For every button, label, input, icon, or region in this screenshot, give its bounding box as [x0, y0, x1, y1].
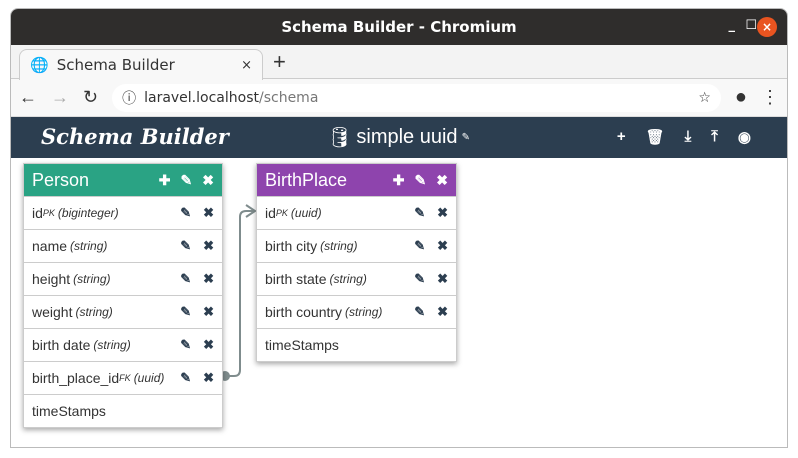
field-type: (string): [73, 272, 111, 286]
field-type: (string): [93, 338, 131, 352]
delete-table-icon[interactable]: ✖: [202, 172, 214, 189]
field-name: name: [32, 238, 68, 254]
delete-field-icon[interactable]: ✖: [203, 370, 214, 386]
key-badge: FK: [119, 373, 131, 383]
delete-field-icon[interactable]: ✖: [203, 337, 214, 353]
field-type: (uuid): [133, 371, 165, 385]
edit-field-icon[interactable]: ✎: [180, 304, 191, 320]
delete-field-icon[interactable]: ✖: [437, 205, 448, 221]
edit-field-icon[interactable]: ✎: [414, 271, 425, 287]
delete-table-icon[interactable]: ✖: [436, 172, 448, 189]
key-badge: PK: [42, 208, 55, 218]
table-header[interactable]: BirthPlace ✚ ✎ ✖: [257, 164, 456, 196]
field-row[interactable]: id PK (uuid) ✎ ✖: [257, 196, 456, 229]
key-badge: PK: [275, 208, 288, 218]
field-type: (uuid): [290, 206, 322, 220]
table-header[interactable]: Person ✚ ✎ ✖: [24, 164, 222, 196]
edit-field-icon[interactable]: ✎: [180, 337, 191, 353]
field-row[interactable]: birth_place_id FK (uuid) ✎ ✖: [24, 361, 222, 394]
add-field-icon[interactable]: ✚: [393, 172, 405, 189]
field-row[interactable]: birth state (string) ✎ ✖: [257, 262, 456, 295]
field-type: (string): [345, 305, 383, 319]
edit-field-icon[interactable]: ✎: [180, 370, 191, 386]
field-name: birth state: [265, 271, 327, 287]
field-type: (string): [70, 239, 108, 253]
field-name: birth_place_id: [32, 370, 120, 386]
field-type: (string): [329, 272, 367, 286]
field-row[interactable]: id PK (biginteger) ✎ ✖: [24, 196, 222, 229]
delete-field-icon[interactable]: ✖: [203, 271, 214, 287]
timestamps-label: timeStamps: [265, 337, 339, 353]
field-type: (string): [75, 305, 113, 319]
delete-field-icon[interactable]: ✖: [437, 271, 448, 287]
field-row[interactable]: birth city (string) ✎ ✖: [257, 229, 456, 262]
edit-field-icon[interactable]: ✎: [414, 304, 425, 320]
field-name: height: [32, 271, 71, 287]
timestamps-row: timeStamps: [257, 328, 456, 361]
field-name: weight: [32, 304, 73, 320]
field-row[interactable]: height (string) ✎ ✖: [24, 262, 222, 295]
edit-field-icon[interactable]: ✎: [180, 205, 191, 221]
field-row[interactable]: weight (string) ✎ ✖: [24, 295, 222, 328]
table-name: BirthPlace: [265, 169, 348, 190]
field-row[interactable]: name (string) ✎ ✖: [24, 229, 222, 262]
table-name: Person: [32, 169, 90, 190]
timestamps-label: timeStamps: [32, 403, 106, 419]
delete-field-icon[interactable]: ✖: [203, 238, 214, 254]
edit-field-icon[interactable]: ✎: [414, 238, 425, 254]
edit-field-icon[interactable]: ✎: [180, 238, 191, 254]
field-name: birth date: [32, 337, 91, 353]
edit-table-icon[interactable]: ✎: [181, 172, 193, 189]
field-name: birth city: [265, 238, 318, 254]
delete-field-icon[interactable]: ✖: [437, 238, 448, 254]
add-field-icon[interactable]: ✚: [159, 172, 171, 189]
field-row[interactable]: birth date (string) ✎ ✖: [24, 328, 222, 361]
timestamps-row: timeStamps: [24, 394, 222, 427]
delete-field-icon[interactable]: ✖: [437, 304, 448, 320]
delete-field-icon[interactable]: ✖: [203, 304, 214, 320]
edit-field-icon[interactable]: ✎: [180, 271, 191, 287]
field-type: (biginteger): [57, 206, 119, 220]
field-row[interactable]: birth country (string) ✎ ✖: [257, 295, 456, 328]
delete-field-icon[interactable]: ✖: [203, 205, 214, 221]
table-birthplace: BirthPlace ✚ ✎ ✖ id PK (uuid) ✎ ✖ birth city (stri…: [256, 163, 457, 362]
field-name: id: [265, 205, 276, 221]
edit-table-icon[interactable]: ✎: [415, 172, 427, 189]
table-person: Person ✚ ✎ ✖ id PK (biginteger) ✎ ✖ name (string) ✎…: [23, 163, 223, 428]
field-name: id: [32, 205, 43, 221]
field-name: birth country: [265, 304, 343, 320]
field-type: (string): [320, 239, 358, 253]
edit-field-icon[interactable]: ✎: [414, 205, 425, 221]
